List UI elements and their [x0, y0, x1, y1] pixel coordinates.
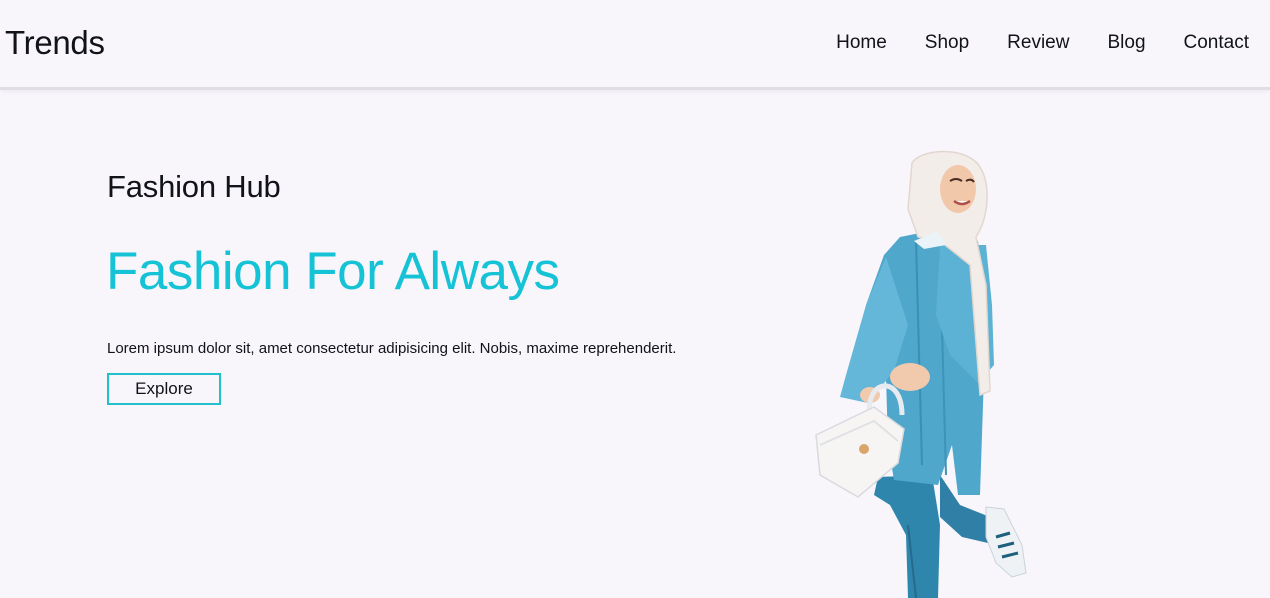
hero-subtitle: Fashion Hub	[107, 169, 281, 204]
landing-page: Trends Home Shop Review Blog Contact Fas…	[0, 0, 1270, 598]
hero-model-image	[815, 150, 1027, 598]
nav-blog-link[interactable]: Blog	[1107, 30, 1145, 56]
nav-review-link[interactable]: Review	[1007, 30, 1069, 56]
nav-contact-link[interactable]: Contact	[1184, 30, 1249, 56]
site-header: Trends Home Shop Review Blog Contact	[0, 0, 1270, 90]
nav-shop-link[interactable]: Shop	[925, 30, 969, 56]
hero-description: Lorem ipsum dolor sit, amet consectetur …	[107, 340, 677, 357]
main-nav: Home Shop Review Blog Contact	[836, 30, 1249, 56]
site-logo[interactable]: Trends	[5, 23, 105, 63]
hero-headline: Fashion For Always	[106, 242, 560, 301]
explore-button[interactable]: Explore	[107, 373, 221, 405]
nav-home-link[interactable]: Home	[836, 30, 887, 56]
